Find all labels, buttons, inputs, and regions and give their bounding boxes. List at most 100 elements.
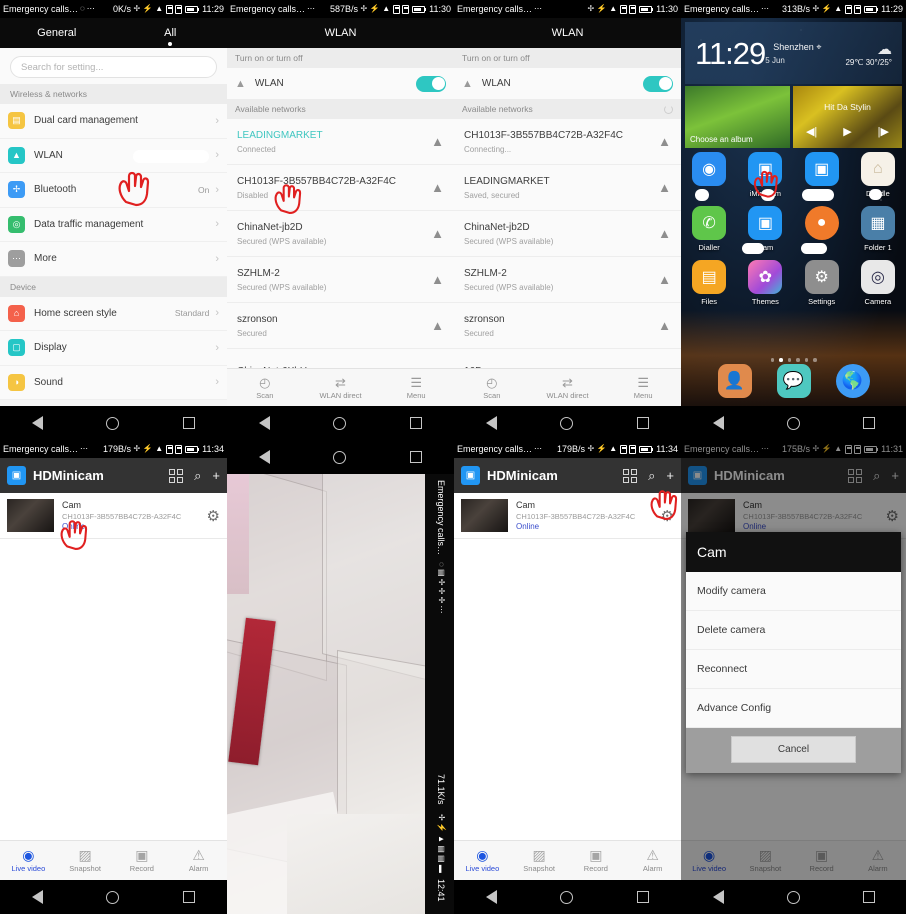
network-item[interactable]: szronson Secured ▲ <box>227 303 454 349</box>
back-button[interactable] <box>712 890 724 904</box>
page-dot-active[interactable] <box>779 358 783 362</box>
recents-button[interactable] <box>410 417 423 429</box>
tab-live-video[interactable]: ◉ Live video <box>0 848 57 873</box>
tab-alarm[interactable]: ⚠ Alarm <box>850 848 906 873</box>
sidebar-item-data-traffic[interactable]: ◎ Data traffic management › <box>0 207 227 242</box>
tab-alarm[interactable]: ⚠ Alarm <box>170 848 227 873</box>
network-item[interactable]: SZHLM-2 Secured (WPS available) ▲ <box>227 257 454 303</box>
cancel-button[interactable]: Cancel <box>731 736 856 763</box>
page-dot[interactable] <box>787 358 791 362</box>
gear-icon[interactable]: ⚙ <box>207 507 220 525</box>
page-dot[interactable] <box>770 358 774 362</box>
app-icon-orange[interactable]: ● m <box>794 206 850 254</box>
play-icon[interactable]: ▶ <box>843 125 851 138</box>
back-button[interactable] <box>712 416 724 430</box>
back-button[interactable] <box>485 890 497 904</box>
home-button[interactable] <box>333 416 347 430</box>
app-icon-doodle[interactable]: ⌂ Doodle <box>850 152 906 200</box>
search-button[interactable]: ⌕ <box>648 468 655 484</box>
camera-thumbnail[interactable] <box>688 499 735 532</box>
back-button[interactable] <box>258 450 270 464</box>
wlan-toggle-row[interactable]: ▲ WLAN <box>454 68 681 99</box>
app-icon-camera[interactable]: ◎ Camera <box>850 260 906 306</box>
music-widget[interactable]: Hit Da Stylin ◀| ▶ |▶ <box>793 86 902 148</box>
app-icon-files[interactable]: ▤ Files <box>681 260 737 306</box>
wlan-direct-button[interactable]: ⇄ WLAN direct <box>303 376 379 400</box>
tab-live-video[interactable]: ◉ Live video <box>681 848 737 873</box>
wlan-direct-button[interactable]: ⇄ WLAN direct <box>530 376 606 400</box>
scan-button[interactable]: ◴ Scan <box>454 376 530 400</box>
back-button[interactable] <box>258 416 270 430</box>
search-button[interactable]: ⌕ <box>873 468 880 484</box>
wlan-toggle-switch[interactable] <box>416 75 446 92</box>
network-item[interactable]: LEADINGMARKET Connected ▲ <box>227 119 454 165</box>
menu-button[interactable]: ☰ Menu <box>605 376 681 400</box>
dialog-item-reconnect[interactable]: Reconnect <box>686 650 901 689</box>
home-button[interactable] <box>560 416 574 430</box>
network-item[interactable]: SZHLM-2 Secured (WPS available) ▲ <box>454 257 681 303</box>
recents-button[interactable] <box>183 417 196 429</box>
camera-thumbnail[interactable] <box>7 499 54 532</box>
page-dot[interactable] <box>813 358 817 362</box>
tab-record[interactable]: ▣ Record <box>568 848 625 873</box>
home-button[interactable] <box>106 890 120 904</box>
gear-icon[interactable]: ⚙ <box>661 507 674 525</box>
tab-record[interactable]: ▣ Record <box>794 848 850 873</box>
wlan-toggle-row[interactable]: ▲ WLAN <box>227 68 454 99</box>
app-icon-dialler[interactable]: ✆ Dialler <box>681 206 737 252</box>
sidebar-item-wlan[interactable]: ▲ WLAN › <box>0 138 227 173</box>
wlan-toggle-switch[interactable] <box>643 75 673 92</box>
app-icon-settings[interactable]: ⚙ Settings <box>794 260 850 306</box>
tab-record[interactable]: ▣ Record <box>114 848 171 873</box>
tab-general[interactable]: General <box>0 27 114 39</box>
recents-button[interactable] <box>410 451 423 463</box>
network-item[interactable]: ChinaNet-jb2D Secured (WPS available) ▲ <box>454 211 681 257</box>
grid-view-button[interactable] <box>623 468 638 483</box>
gear-icon[interactable]: ⚙ <box>886 507 899 525</box>
app-icon-camera2[interactable]: ▣ <box>794 152 850 201</box>
app-icon-folder1[interactable]: ▦ Folder 1 <box>850 206 906 252</box>
sidebar-item-display[interactable]: ▢ Display › <box>0 331 227 366</box>
prev-track-icon[interactable]: ◀| <box>806 125 817 138</box>
clock-weather-widget[interactable]: 11:29 Shenzhen ⌖ 5 Jun ☁ 29℃ 30°/25° <box>685 22 902 84</box>
page-dot[interactable] <box>804 358 808 362</box>
dialog-item-modify-camera[interactable]: Modify camera <box>686 572 901 611</box>
recents-button[interactable] <box>183 891 196 903</box>
sidebar-item-dual-card[interactable]: ▤ Dual card management › <box>0 104 227 139</box>
recents-button[interactable] <box>637 417 650 429</box>
grid-view-button[interactable] <box>169 468 184 483</box>
tab-snapshot[interactable]: ▨ Snapshot <box>57 848 114 873</box>
menu-button[interactable]: ☰ Menu <box>378 376 454 400</box>
sidebar-item-home-screen-style[interactable]: ⌂ Home screen style Standard › <box>0 296 227 331</box>
search-button[interactable]: ⌕ <box>194 468 201 484</box>
app-icon-themes[interactable]: ✿ Themes <box>737 260 793 306</box>
home-button[interactable] <box>786 416 800 430</box>
camera-thumbnail[interactable] <box>461 499 508 532</box>
recents-button[interactable] <box>862 891 875 903</box>
tab-live-video[interactable]: ◉ Live video <box>454 848 511 873</box>
page-dot[interactable] <box>796 358 800 362</box>
next-track-icon[interactable]: |▶ <box>878 125 889 138</box>
home-button[interactable] <box>106 416 120 430</box>
tab-snapshot[interactable]: ▨ Snapshot <box>737 848 793 873</box>
recents-button[interactable] <box>862 417 875 429</box>
sidebar-item-bluetooth[interactable]: ✢ Bluetooth On › <box>0 173 227 208</box>
contacts-icon[interactable]: 👤 <box>717 364 752 398</box>
sidebar-item-sound[interactable]: ◑ Sound › <box>0 365 227 400</box>
sidebar-item-more[interactable]: ⋯ More › <box>0 242 227 277</box>
network-item[interactable]: szronson Secured ▲ <box>454 303 681 349</box>
messages-icon[interactable]: 💬 <box>776 364 811 398</box>
home-button[interactable] <box>333 450 347 464</box>
dialog-item-advance-config[interactable]: Advance Config <box>686 689 901 728</box>
app-icon-cam[interactable]: ▣ Cam <box>737 206 793 254</box>
home-button[interactable] <box>560 890 574 904</box>
app-icon-iminicam[interactable]: ▣ iMiniCam <box>737 152 793 201</box>
home-button[interactable] <box>786 890 800 904</box>
recents-button[interactable] <box>637 891 650 903</box>
back-button[interactable] <box>31 416 43 430</box>
network-item[interactable]: ChinaNet-jb2D Secured (WPS available) ▲ <box>227 211 454 257</box>
browser-icon[interactable]: 🌎 <box>835 364 870 398</box>
add-camera-button[interactable]: + <box>212 468 220 483</box>
scan-button[interactable]: ◴ Scan <box>227 376 303 400</box>
add-camera-button[interactable]: + <box>666 468 674 483</box>
